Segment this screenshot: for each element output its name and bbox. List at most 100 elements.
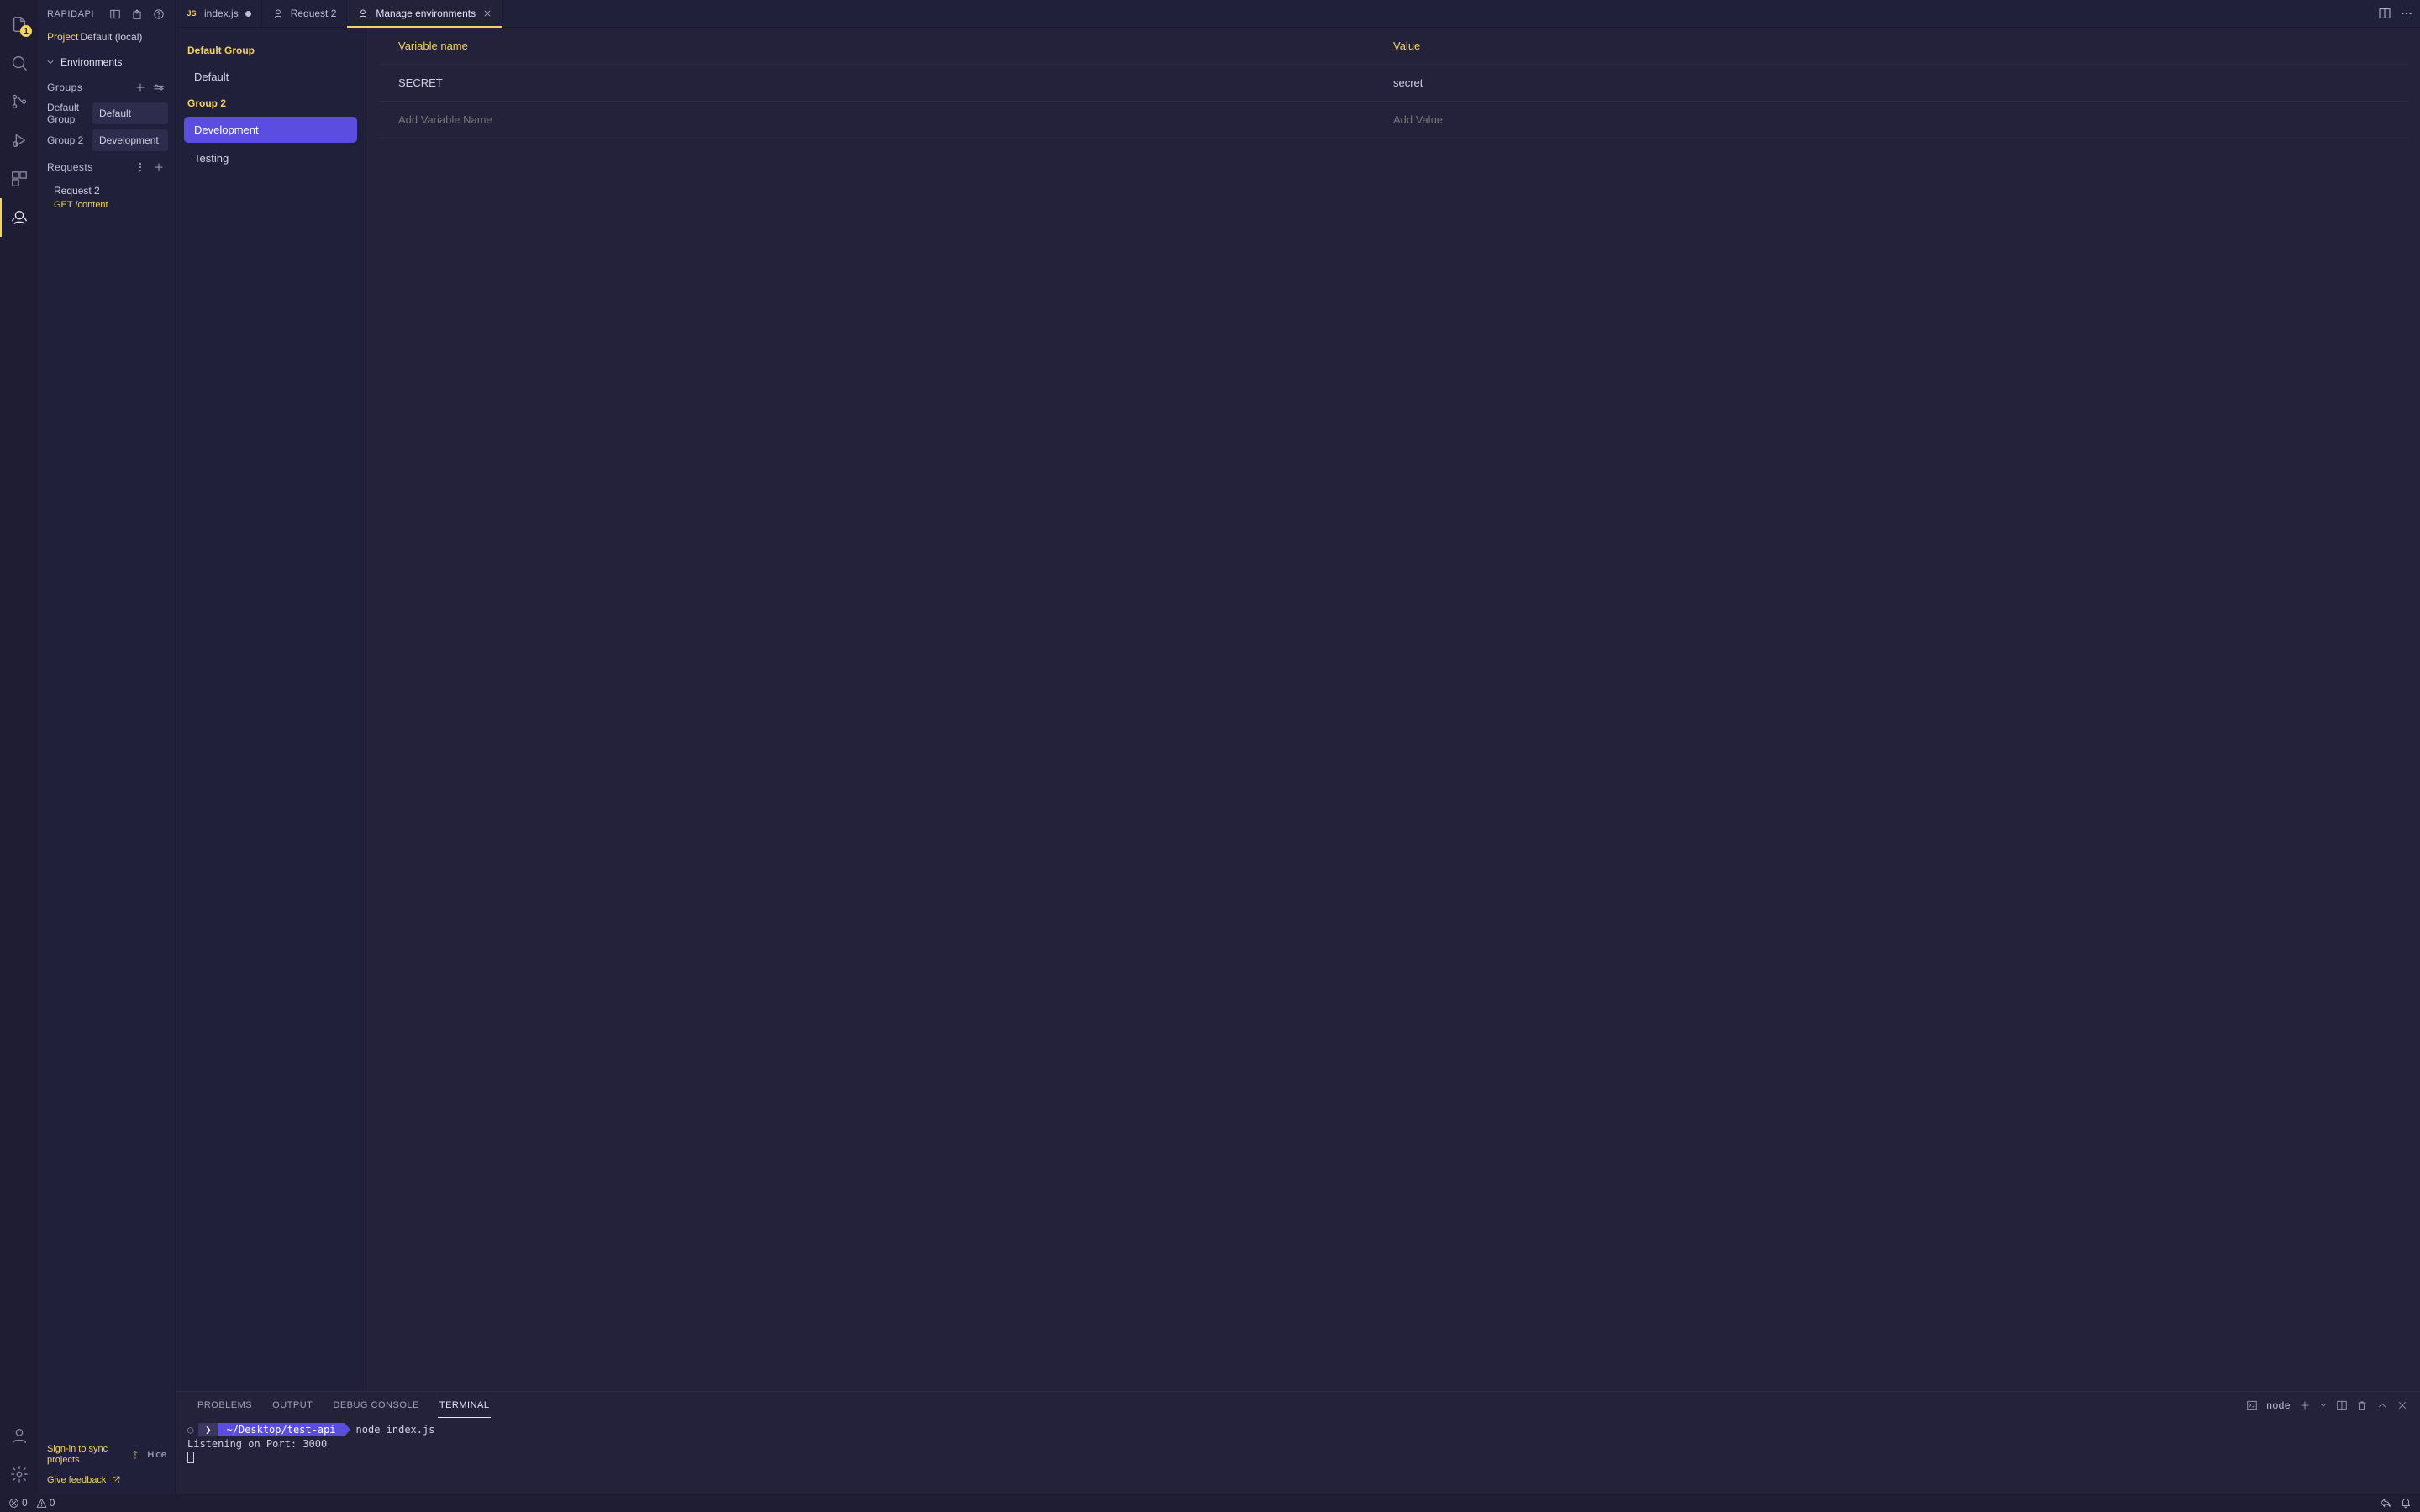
- project-label: Project: [47, 31, 78, 43]
- requests-subhead: Requests: [39, 153, 175, 180]
- feedback-link[interactable]: Give feedback: [47, 1475, 166, 1485]
- chevron-down-icon: [45, 57, 55, 67]
- variable-name-cell[interactable]: SECRET: [398, 76, 1393, 89]
- terminal-body[interactable]: ○ ❯ ~/Desktop/test-api node index.js Lis…: [176, 1418, 2420, 1494]
- variable-row[interactable]: SECRET secret: [378, 65, 2408, 102]
- group-settings-icon[interactable]: [151, 80, 166, 95]
- status-feedback-icon[interactable]: [2380, 1497, 2391, 1509]
- panel-help-icon[interactable]: [151, 7, 166, 22]
- panel-tab-problems[interactable]: PROBLEMS: [187, 1392, 262, 1418]
- add-variable-name-input[interactable]: [398, 113, 1393, 126]
- panel-tab-debug-console[interactable]: DEBUG CONSOLE: [323, 1392, 429, 1418]
- terminal-name[interactable]: node: [2266, 1399, 2291, 1411]
- tab-label: index.js: [204, 8, 239, 19]
- tab-manage-environments[interactable]: Manage environments: [347, 0, 503, 27]
- env-item-development[interactable]: Development: [184, 117, 357, 143]
- group-env-pill[interactable]: Development: [92, 129, 168, 151]
- activity-extensions-icon[interactable]: [0, 160, 39, 198]
- tab-indexjs[interactable]: JS index.js: [176, 0, 262, 27]
- kill-terminal-icon[interactable]: [2356, 1399, 2368, 1411]
- prompt-bullet-icon: ○: [187, 1424, 193, 1436]
- terminal-shell-icon[interactable]: [2246, 1399, 2258, 1411]
- error-icon: [8, 1498, 19, 1509]
- tab-label: Request 2: [291, 8, 337, 19]
- panel-tabs: PROBLEMS OUTPUT DEBUG CONSOLE TERMINAL n…: [176, 1392, 2420, 1418]
- prompt-arrow: ❯: [198, 1423, 218, 1436]
- editor-area: JS index.js Request 2 Manage environment…: [176, 0, 2420, 1494]
- terminal-output: Listening on Port: 3000: [187, 1438, 2408, 1450]
- project-row[interactable]: Project Default (local): [39, 28, 175, 51]
- explorer-badge: 1: [20, 25, 32, 37]
- close-tab-icon[interactable]: [482, 8, 492, 18]
- maximize-panel-icon[interactable]: [2376, 1399, 2388, 1411]
- env-group-header: Group 2: [176, 92, 366, 114]
- sync-message[interactable]: Sign-in to sync projects: [47, 1444, 124, 1467]
- pin-icon[interactable]: [130, 1450, 140, 1460]
- group-name: Default Group: [47, 102, 87, 126]
- external-link-icon: [111, 1475, 121, 1485]
- environments-icon: [357, 8, 369, 19]
- activity-search-icon[interactable]: [0, 44, 39, 82]
- terminal-dropdown-icon[interactable]: [2319, 1401, 2328, 1410]
- activity-bar: 1: [0, 0, 39, 1494]
- variable-value-cell[interactable]: secret: [1393, 76, 2388, 89]
- status-warnings[interactable]: 0: [36, 1497, 55, 1509]
- env-item-testing[interactable]: Testing: [184, 145, 357, 171]
- add-variable-value-input[interactable]: [1393, 113, 2388, 126]
- side-panel-header: RAPIDAPI: [39, 0, 175, 28]
- project-value: Default (local): [80, 31, 142, 43]
- add-variable-row: [378, 102, 2408, 139]
- tab-more-icon[interactable]: [2400, 7, 2413, 20]
- close-panel-icon[interactable]: [2396, 1399, 2408, 1411]
- environment-list: Default Group Default Group 2 Developmen…: [176, 28, 366, 1391]
- tab-bar: JS index.js Request 2 Manage environment…: [176, 0, 2420, 28]
- group-row-default: Default Group Default: [39, 100, 175, 128]
- activity-settings-icon[interactable]: [0, 1455, 39, 1494]
- status-errors[interactable]: 0: [8, 1497, 28, 1509]
- tab-label: Manage environments: [376, 8, 476, 19]
- environments-section-toggle[interactable]: Environments: [39, 51, 175, 73]
- request-subtitle: GET /content: [39, 200, 175, 215]
- panel-tab-output[interactable]: OUTPUT: [262, 1392, 323, 1418]
- col-value: Value: [1393, 39, 2388, 52]
- group-name: Group 2: [47, 134, 87, 146]
- request-item[interactable]: Request 2: [39, 180, 175, 200]
- terminal-cursor: [187, 1452, 194, 1463]
- split-editor-icon[interactable]: [2378, 7, 2391, 20]
- new-terminal-icon[interactable]: [2299, 1399, 2311, 1411]
- side-panel-title: RAPIDAPI: [47, 9, 101, 19]
- environments-header: Environments: [60, 56, 122, 68]
- split-terminal-icon[interactable]: [2336, 1399, 2348, 1411]
- warning-icon: [36, 1498, 47, 1509]
- panel-layout-icon[interactable]: [108, 7, 123, 22]
- activity-scm-icon[interactable]: [0, 82, 39, 121]
- status-bar: 0 0: [0, 1494, 2420, 1512]
- activity-account-icon[interactable]: [0, 1416, 39, 1455]
- requests-label: Requests: [47, 161, 93, 173]
- activity-explorer-icon[interactable]: 1: [0, 5, 39, 44]
- variables-header-row: Variable name Value: [378, 28, 2408, 65]
- side-footer: Sign-in to sync projects Hide Give feedb…: [39, 1436, 175, 1494]
- groups-subhead: Groups: [39, 73, 175, 100]
- requests-more-icon[interactable]: [133, 160, 148, 175]
- col-variable-name: Variable name: [398, 39, 1393, 52]
- tab-request2[interactable]: Request 2: [262, 0, 348, 27]
- group-row-group2: Group 2 Development: [39, 128, 175, 153]
- add-group-icon[interactable]: [133, 80, 148, 95]
- env-group-header: Default Group: [176, 39, 366, 61]
- env-item-default[interactable]: Default: [184, 64, 357, 90]
- group-env-pill[interactable]: Default: [92, 102, 168, 124]
- groups-label: Groups: [47, 81, 82, 93]
- dirty-indicator-icon: [245, 11, 251, 17]
- panel-export-icon[interactable]: [129, 7, 145, 22]
- hide-link[interactable]: Hide: [147, 1450, 166, 1460]
- panel-tab-terminal[interactable]: TERMINAL: [429, 1392, 500, 1418]
- request-icon: [272, 8, 284, 19]
- add-request-icon[interactable]: [151, 160, 166, 175]
- js-file-icon: JS: [186, 8, 197, 19]
- activity-debug-icon[interactable]: [0, 121, 39, 160]
- bottom-panel: PROBLEMS OUTPUT DEBUG CONSOLE TERMINAL n…: [176, 1391, 2420, 1494]
- prompt-cwd: ~/Desktop/test-api: [218, 1423, 344, 1436]
- status-bell-icon[interactable]: [2400, 1497, 2412, 1509]
- activity-rapidapi-icon[interactable]: [0, 198, 39, 237]
